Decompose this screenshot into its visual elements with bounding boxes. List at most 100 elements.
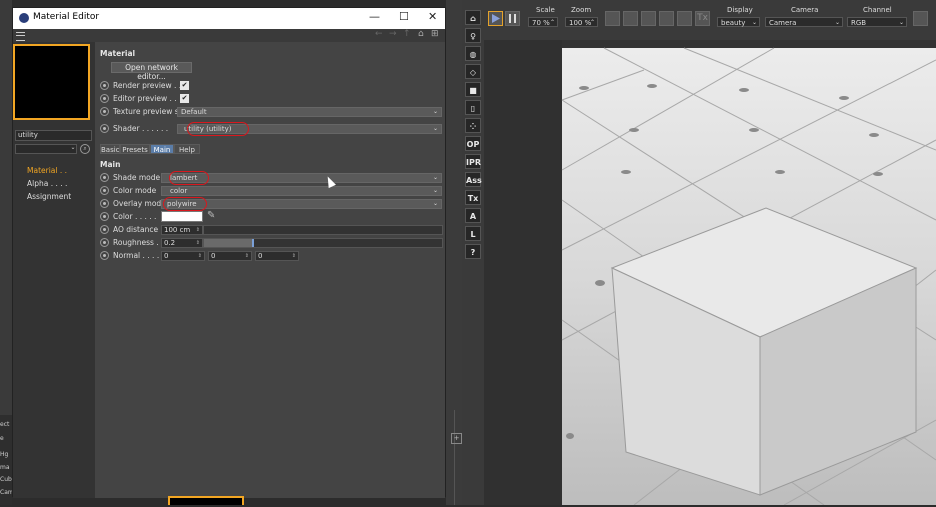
ipr-button[interactable]: IPR (465, 154, 481, 169)
roughness-slider[interactable] (203, 238, 443, 248)
spinner-icon[interactable]: ⇕ (292, 252, 296, 260)
scale-select[interactable]: 70 % ⌃ (528, 17, 558, 27)
normal-y-value: 0 (211, 252, 216, 260)
texture-preview-size-select[interactable]: Default ⌄ (177, 107, 442, 117)
dropdown-icon[interactable]: ⌄ (68, 144, 78, 154)
l-button[interactable]: L (465, 226, 481, 241)
display-label: Display (727, 6, 753, 14)
shader-highlight-annotation (187, 122, 249, 136)
ass-button[interactable]: Ass (465, 172, 482, 187)
animation-dot-icon[interactable] (100, 212, 109, 221)
roughness-input[interactable]: 0.2 ⇕ (161, 238, 203, 248)
spinner-icon[interactable]: ⇕ (198, 252, 202, 260)
eyedropper-icon[interactable] (677, 11, 692, 26)
camera-select[interactable]: Camera ⌄ (765, 17, 843, 27)
spinner-icon[interactable]: ⇕ (196, 226, 200, 234)
add-icon[interactable]: + (451, 433, 462, 444)
title-bar[interactable]: Material Editor — ☐ ✕ (13, 8, 445, 29)
chevron-down-icon: ⌃ (549, 19, 555, 26)
zoom-select[interactable]: 100 % ⌃ (565, 17, 598, 27)
render-image (484, 40, 936, 506)
maximize-button[interactable]: ☐ (399, 10, 409, 23)
render-viewport[interactable] (484, 40, 936, 506)
ao-distance-value: 100 cm (164, 226, 191, 234)
color-mode-select[interactable]: color ⌄ (161, 186, 442, 196)
texture-preview-size-value: Default (181, 108, 207, 116)
globe-icon[interactable]: ◍ (465, 46, 481, 61)
search-input[interactable]: utility (15, 130, 92, 141)
search-icon[interactable]: ⌕ (80, 144, 90, 154)
pause-icon[interactable] (505, 11, 520, 26)
zoom-label: Zoom (571, 6, 592, 14)
normal-x-input[interactable]: 0 ⇕ (161, 251, 205, 261)
normal-z-value: 0 (258, 252, 263, 260)
grid-icon[interactable] (623, 11, 638, 26)
ao-distance-slider[interactable] (203, 225, 443, 235)
render-preview-checkbox[interactable]: ✔ (180, 81, 189, 90)
normal-x-value: 0 (164, 252, 169, 260)
animation-dot-icon[interactable] (100, 238, 109, 247)
document-icon[interactable]: ▯ (465, 100, 481, 115)
spinner-icon[interactable]: ⇕ (196, 239, 200, 247)
object-list-item: ma (0, 464, 10, 471)
object-list-item: ect (0, 421, 10, 428)
animation-dot-icon[interactable] (100, 107, 109, 116)
channel-select[interactable]: RGB ⌄ (847, 17, 907, 27)
camera-icon[interactable]: ⌂ (465, 10, 481, 25)
chevron-down-icon: ⌄ (432, 125, 438, 132)
animation-dot-icon[interactable] (100, 173, 109, 182)
lock-icon[interactable]: ⌂ (418, 29, 424, 39)
animation-dot-icon[interactable] (100, 199, 109, 208)
table-icon[interactable] (659, 11, 674, 26)
eyedropper-icon[interactable]: ✎ (207, 210, 215, 221)
help-button[interactable]: ? (465, 244, 481, 259)
close-button[interactable]: ✕ (428, 10, 437, 23)
channel-material[interactable]: Material . . (27, 166, 67, 175)
channel-assignment[interactable]: Assignment (27, 192, 71, 201)
animation-dot-icon[interactable] (100, 225, 109, 234)
editor-preview-checkbox[interactable]: ✔ (180, 94, 189, 103)
play-icon[interactable] (488, 11, 503, 26)
up-arrow-icon[interactable]: ↑ (403, 29, 411, 39)
arnold-icon[interactable]: A (465, 208, 481, 223)
menu-icon[interactable] (16, 32, 25, 41)
refresh-icon[interactable] (913, 11, 928, 26)
normal-y-input[interactable]: 0 ⇕ (208, 251, 252, 261)
split-icon[interactable] (641, 11, 656, 26)
dots-icon[interactable]: ⁘ (465, 118, 481, 133)
cube-outline-icon[interactable]: ◇ (465, 64, 481, 79)
animation-dot-icon[interactable] (100, 186, 109, 195)
material-preview[interactable] (13, 44, 90, 120)
scale-label: Scale (536, 6, 555, 14)
attributes-panel: Material Open network editor... Render p… (95, 42, 445, 498)
tx-button[interactable]: Tx (465, 190, 481, 205)
object-list-item: Hg (0, 451, 9, 458)
channel-alpha[interactable]: Alpha . . . . (27, 179, 67, 188)
op-button[interactable]: OP (465, 136, 481, 151)
tab-presets[interactable]: Presets (120, 144, 150, 154)
new-window-icon[interactable]: ⊞ (431, 29, 439, 39)
animation-dot-icon[interactable] (100, 124, 109, 133)
forward-arrow-icon[interactable]: → (389, 29, 397, 39)
tab-help[interactable]: Help (174, 144, 200, 154)
tx-toggle[interactable]: Tx (695, 11, 710, 26)
rect-icon[interactable] (605, 11, 620, 26)
tab-basic[interactable]: Basic (100, 144, 120, 154)
spinner-icon[interactable]: ⇕ (245, 252, 249, 260)
cube-solid-icon[interactable]: ■ (465, 82, 481, 97)
animation-dot-icon[interactable] (100, 94, 109, 103)
animation-dot-icon[interactable] (100, 81, 109, 90)
ao-distance-input[interactable]: 100 cm ⇕ (161, 225, 203, 235)
open-network-editor-button[interactable]: Open network editor... (111, 62, 192, 81)
light-icon[interactable]: ♀ (465, 28, 481, 43)
tab-main[interactable]: Main (150, 144, 174, 154)
animation-dot-icon[interactable] (100, 251, 109, 260)
back-arrow-icon[interactable]: ← (375, 29, 383, 39)
normal-z-input[interactable]: 0 ⇕ (255, 251, 299, 261)
editor-preview-label: Editor preview . . (113, 94, 177, 103)
chevron-down-icon: ⌄ (751, 19, 757, 26)
color-swatch[interactable] (161, 211, 203, 222)
channel-label: Channel (863, 6, 892, 14)
display-select[interactable]: beauty ⌄ (717, 17, 760, 27)
minimize-button[interactable]: — (369, 10, 380, 23)
